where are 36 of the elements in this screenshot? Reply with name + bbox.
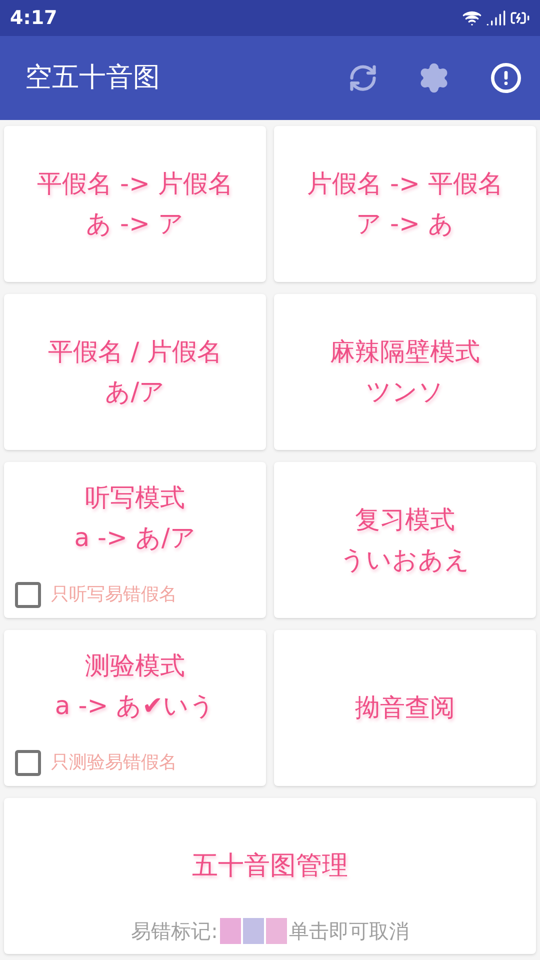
mode-label: a -> あ/ア bbox=[74, 522, 196, 554]
mode-label: 片假名 -> 平假名 bbox=[307, 168, 503, 200]
app-title: 空五十音图 bbox=[25, 60, 161, 95]
mode-label: 麻辣隔壁模式 bbox=[330, 336, 480, 368]
mode-card[interactable]: 片假名 -> 平假名 ア -> あ bbox=[274, 126, 536, 282]
info-icon[interactable] bbox=[490, 62, 522, 94]
manage-title: 五十音图管理 bbox=[192, 850, 348, 883]
mode-label: 拗音查阅 bbox=[355, 692, 455, 724]
manage-card[interactable]: 五十音图管理 易错标记: 单击即可取消 bbox=[4, 798, 536, 954]
mode-card[interactable]: 复习模式 ういおあえ bbox=[274, 462, 536, 618]
checkbox-label: 只听写易错假名 bbox=[51, 583, 177, 607]
mode-card[interactable]: 平假名 -> 片假名 あ -> ア bbox=[4, 126, 266, 282]
legend-label: 易错标记: bbox=[131, 918, 218, 945]
mode-label: 听写模式 bbox=[84, 482, 185, 514]
mode-label: 平假名 -> 片假名 bbox=[37, 168, 233, 200]
mode-label: あ -> ア bbox=[86, 208, 184, 240]
mode-label: 平假名 / 片假名 bbox=[48, 336, 222, 368]
clock: 4:17 bbox=[10, 6, 58, 31]
mode-card[interactable]: 拗音查阅 bbox=[274, 630, 536, 786]
mode-label: a -> あ✔いう bbox=[54, 690, 216, 722]
refresh-icon[interactable] bbox=[348, 63, 378, 93]
mode-label: あ/ア bbox=[104, 376, 166, 408]
mode-label: ういおあえ bbox=[340, 544, 470, 576]
mode-label: ツンソ bbox=[366, 376, 444, 408]
mode-card[interactable]: 听写模式 a -> あ/ア 只听写易错假名 bbox=[4, 462, 266, 618]
mode-card[interactable]: 测验模式 a -> あ✔いう 只测验易错假名 bbox=[4, 630, 266, 786]
signal-icon bbox=[486, 8, 506, 28]
checkbox-label: 只测验易错假名 bbox=[51, 751, 177, 775]
mode-card[interactable]: 麻辣隔壁模式 ツンソ bbox=[274, 294, 536, 450]
legend-hint: 单击即可取消 bbox=[288, 918, 409, 945]
mode-label: 测验模式 bbox=[84, 650, 185, 682]
mode-label: ア -> あ bbox=[356, 208, 454, 240]
mode-label: 复习模式 bbox=[355, 504, 455, 536]
checkbox[interactable] bbox=[15, 582, 41, 608]
checkbox[interactable] bbox=[15, 750, 41, 776]
mode-card[interactable]: 平假名 / 片假名 あ/ア bbox=[4, 294, 266, 450]
